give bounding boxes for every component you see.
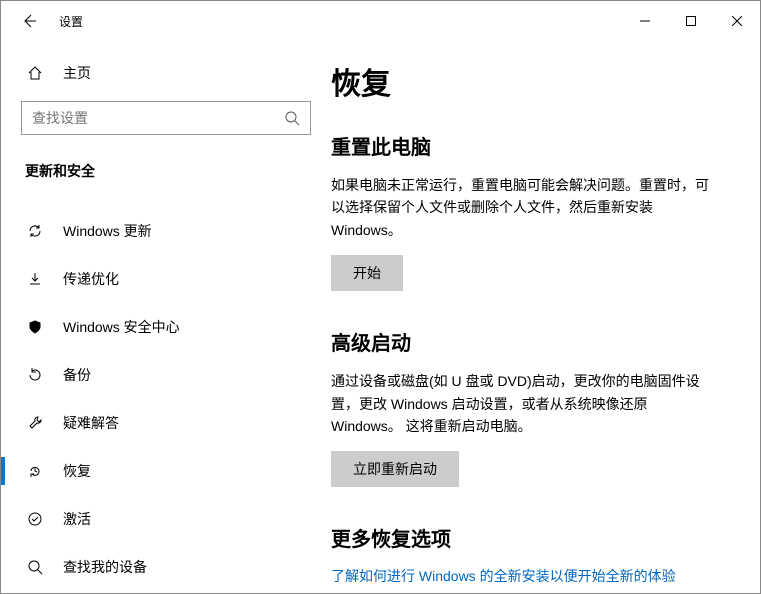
sidebar-item-label: 疑难解答 (63, 413, 119, 433)
search-icon (284, 110, 300, 126)
sidebar-item-find-my-device[interactable]: 查找我的设备 (1, 543, 331, 591)
titlebar: 设置 (1, 1, 760, 41)
sidebar: 主页 更新和安全 Windows 更新 传递优化 Windows 安全中心 (1, 41, 331, 593)
close-button[interactable] (714, 6, 760, 36)
back-button[interactable] (9, 1, 49, 41)
sidebar-item-windows-update[interactable]: Windows 更新 (1, 207, 331, 255)
minimize-icon (640, 16, 650, 26)
sidebar-item-label: Windows 更新 (63, 221, 152, 241)
shield-icon (25, 319, 45, 335)
home-label: 主页 (63, 63, 91, 83)
caption-buttons (622, 6, 760, 36)
sidebar-item-activation[interactable]: 激活 (1, 495, 331, 543)
maximize-button[interactable] (668, 6, 714, 36)
content-pane: 恢复 重置此电脑 如果电脑未正常运行，重置电脑可能会解决问题。重置时，可以选择保… (331, 41, 760, 593)
sync-icon (25, 223, 45, 239)
advanced-startup-text: 通过设备或磁盘(如 U 盘或 DVD)启动，更改你的电脑固件设置，更改 Wind… (331, 370, 711, 437)
arrow-left-icon (21, 13, 37, 29)
backup-icon (25, 367, 45, 383)
category-heading: 更新和安全 (1, 143, 331, 193)
sidebar-item-backup[interactable]: 备份 (1, 351, 331, 399)
reset-pc-text: 如果电脑未正常运行，重置电脑可能会解决问题。重置时，可以选择保留个人文件或删除个… (331, 174, 711, 241)
restart-now-button[interactable]: 立即重新启动 (331, 451, 459, 487)
fresh-install-link[interactable]: 了解如何进行 Windows 的全新安装以便开始全新的体验 (331, 566, 730, 586)
home-nav[interactable]: 主页 (1, 53, 331, 93)
sidebar-item-label: 查找我的设备 (63, 557, 147, 577)
reset-pc-title: 重置此电脑 (331, 131, 730, 160)
advanced-startup-title: 高级启动 (331, 327, 730, 356)
reset-start-button[interactable]: 开始 (331, 255, 403, 291)
more-options-title: 更多恢复选项 (331, 523, 730, 552)
sidebar-item-label: 备份 (63, 365, 91, 385)
sidebar-item-troubleshoot[interactable]: 疑难解答 (1, 399, 331, 447)
activation-icon (25, 511, 45, 527)
search-box[interactable] (21, 101, 311, 135)
sidebar-item-delivery-optimization[interactable]: 传递优化 (1, 255, 331, 303)
home-icon (25, 65, 45, 81)
minimize-button[interactable] (622, 6, 668, 36)
wrench-icon (25, 415, 45, 431)
close-icon (732, 16, 742, 26)
location-icon (25, 559, 45, 575)
download-icon (25, 271, 45, 287)
sidebar-item-label: Windows 安全中心 (63, 317, 180, 337)
search-input[interactable] (32, 110, 284, 126)
window-title: 设置 (59, 13, 83, 30)
sidebar-item-windows-security[interactable]: Windows 安全中心 (1, 303, 331, 351)
sidebar-item-recovery[interactable]: 恢复 (1, 447, 331, 495)
sidebar-item-label: 激活 (63, 509, 91, 529)
page-heading: 恢复 (331, 59, 730, 103)
recovery-icon (25, 463, 45, 479)
maximize-icon (686, 16, 696, 26)
sidebar-item-label: 传递优化 (63, 269, 119, 289)
sidebar-item-label: 恢复 (63, 461, 91, 481)
